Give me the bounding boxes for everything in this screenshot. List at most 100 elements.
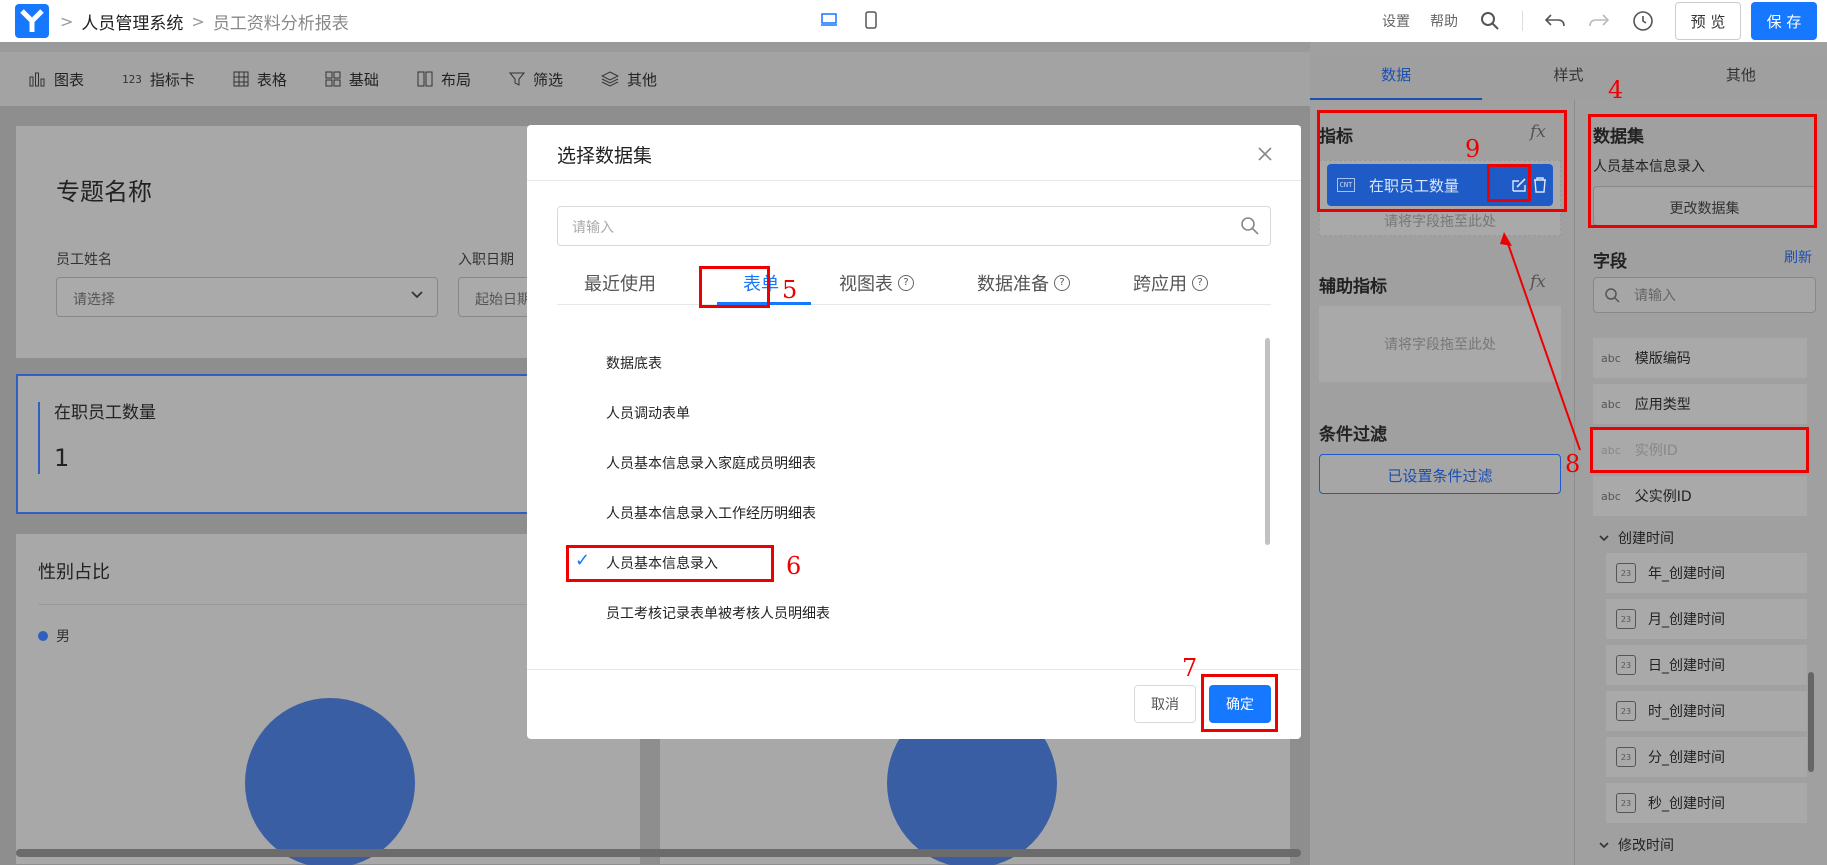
divider (38, 604, 538, 605)
pie-title: 性别占比 (38, 562, 110, 583)
condition-filter-button[interactable]: 已设置条件过滤 (1319, 454, 1561, 494)
redo-icon[interactable] (1587, 9, 1611, 33)
dataset-option[interactable]: 员工考核记录表单被考核人员明细表 (606, 603, 830, 623)
date-field-item[interactable]: 23 日_创建时间 (1606, 645, 1807, 685)
preview-button[interactable]: 预 览 (1675, 2, 1741, 40)
tool-filter[interactable]: 筛选 (508, 69, 563, 90)
dataset-option[interactable]: 人员基本信息录入工作经历明细表 (606, 503, 816, 523)
date-field-item[interactable]: 23 年_创建时间 (1606, 553, 1807, 593)
breadcrumb-app[interactable]: 人员管理系统 (81, 9, 183, 34)
tab-views[interactable]: 视图表? (839, 270, 914, 296)
device-switch (820, 10, 880, 34)
breadcrumb-report[interactable]: 员工资料分析报表 (213, 9, 349, 34)
field-item[interactable]: abc 模版编码 (1593, 338, 1807, 378)
field-name: 应用类型 (1634, 397, 1691, 413)
dataset-option[interactable]: 人员调动表单 (606, 403, 690, 423)
dataset-option[interactable]: 人员基本信息录入家庭成员明细表 (606, 453, 816, 473)
tab-data-prep[interactable]: 数据准备? (977, 270, 1070, 296)
drop-hint: 请将字段拖至此处 (1384, 337, 1496, 353)
tool-chart[interactable]: 图表 (28, 69, 84, 90)
annotation-number: 9 (1465, 135, 1481, 163)
tool-metric-card[interactable]: 123 指标卡 (122, 69, 195, 90)
help-link[interactable]: 帮助 (1430, 11, 1458, 31)
chevron-down-icon (409, 286, 425, 306)
pie-slice (245, 698, 415, 865)
date-field-item[interactable]: 23 时_创建时间 (1606, 691, 1807, 731)
formula-icon[interactable]: fx (1530, 272, 1546, 292)
metric-card-icon: 123 (122, 72, 142, 86)
tool-label: 其他 (626, 70, 657, 89)
cancel-button[interactable]: 取消 (1134, 685, 1196, 723)
employee-name-select[interactable]: 请选择 (56, 277, 438, 317)
kpi-title: 在职员工数量 (54, 403, 156, 423)
field-item[interactable]: abc 父实例ID (1593, 476, 1807, 516)
tool-layout[interactable]: 布局 (417, 69, 471, 90)
field-name: 秒_创建时间 (1648, 796, 1725, 812)
fields-scrollbar[interactable] (1808, 672, 1814, 772)
annotation-box-field (1590, 427, 1809, 473)
close-icon[interactable] (1257, 143, 1273, 168)
tab-recent[interactable]: 最近使用 (584, 270, 656, 296)
undo-icon[interactable] (1543, 9, 1567, 33)
calendar-icon: 23 (1616, 701, 1636, 721)
top-bar: > 人员管理系统 > 员工资料分析报表 设置 帮助 预 览 保 存 (0, 0, 1827, 42)
annotation-number: 6 (786, 552, 802, 580)
save-button[interactable]: 保 存 (1751, 2, 1817, 40)
dataset-search-input[interactable]: 请输入 (557, 206, 1271, 246)
panel-divider (1574, 100, 1575, 865)
select-dataset-dialog: 选择数据集 请输入 最近使用 表单 视图表? 数据准备? 跨应用? 数据底表 人… (527, 125, 1301, 739)
field-item[interactable]: abc 应用类型 (1593, 384, 1807, 424)
aux-drop-zone[interactable]: 请将字段拖至此处 (1319, 306, 1561, 382)
list-scrollbar[interactable] (1265, 338, 1270, 545)
tab-label: 最近使用 (584, 274, 656, 295)
search-icon[interactable] (1478, 9, 1502, 33)
app-logo[interactable] (12, 3, 52, 39)
calendar-icon: 23 (1616, 563, 1636, 583)
select-placeholder: 请选择 (73, 292, 115, 308)
field-group-modified[interactable]: 修改时间 (1598, 835, 1674, 855)
tool-basic[interactable]: 基础 (325, 69, 379, 90)
calendar-icon: 23 (1616, 609, 1636, 629)
field-group-created[interactable]: 创建时间 (1598, 528, 1674, 548)
annotation-box-dataset (1588, 114, 1817, 228)
help-icon[interactable]: ? (1054, 275, 1070, 291)
kpi-card[interactable]: 在职员工数量 1 (16, 374, 576, 514)
search-placeholder: 请输入 (572, 220, 614, 236)
mobile-icon[interactable] (862, 10, 880, 34)
horizontal-scrollbar[interactable] (16, 849, 1301, 857)
field-name: 时_创建时间 (1648, 704, 1725, 720)
tool-label: 表格 (256, 70, 287, 89)
history-icon[interactable] (1631, 9, 1655, 33)
tab-style[interactable]: 样式 (1482, 54, 1654, 100)
date-placeholder: 起始日期 (475, 292, 531, 308)
help-icon[interactable]: ? (1192, 275, 1208, 291)
annotation-box-forms-tab (699, 266, 770, 308)
refresh-link[interactable]: 刷新 (1784, 247, 1812, 267)
tool-other[interactable]: 其他 (600, 69, 657, 90)
date-field-item[interactable]: 23 月_创建时间 (1606, 599, 1807, 639)
tab-cross-app[interactable]: 跨应用? (1133, 270, 1208, 296)
field-name: 分_创建时间 (1648, 750, 1725, 766)
tool-label: 指标卡 (149, 70, 195, 89)
tab-label: 视图表 (839, 274, 893, 295)
settings-link[interactable]: 设置 (1382, 11, 1410, 31)
field-search-placeholder: 请输入 (1634, 288, 1676, 304)
field-name: 年_创建时间 (1648, 566, 1725, 582)
dataset-option[interactable]: 数据底表 (606, 353, 662, 373)
join-date-picker[interactable]: 起始日期 (458, 277, 538, 317)
date-field-item[interactable]: 23 分_创建时间 (1606, 737, 1807, 777)
annotation-number: 5 (782, 276, 798, 304)
field-name: 月_创建时间 (1648, 612, 1725, 628)
field-search-input[interactable]: 请输入 (1593, 277, 1816, 313)
basic-icon (325, 71, 341, 87)
config-tabs: 数据 样式 其他 (1310, 54, 1827, 100)
tab-data[interactable]: 数据 (1310, 54, 1483, 100)
kpi-value: 1 (54, 444, 70, 472)
chevron-right-icon: > (191, 11, 205, 31)
help-icon[interactable]: ? (898, 275, 914, 291)
desktop-icon[interactable] (820, 10, 838, 34)
tab-other[interactable]: 其他 (1655, 54, 1827, 100)
filter-section-title: 条件过滤 (1319, 425, 1387, 445)
date-field-item[interactable]: 23 秒_创建时间 (1606, 783, 1807, 823)
tool-table[interactable]: 表格 (233, 69, 287, 90)
